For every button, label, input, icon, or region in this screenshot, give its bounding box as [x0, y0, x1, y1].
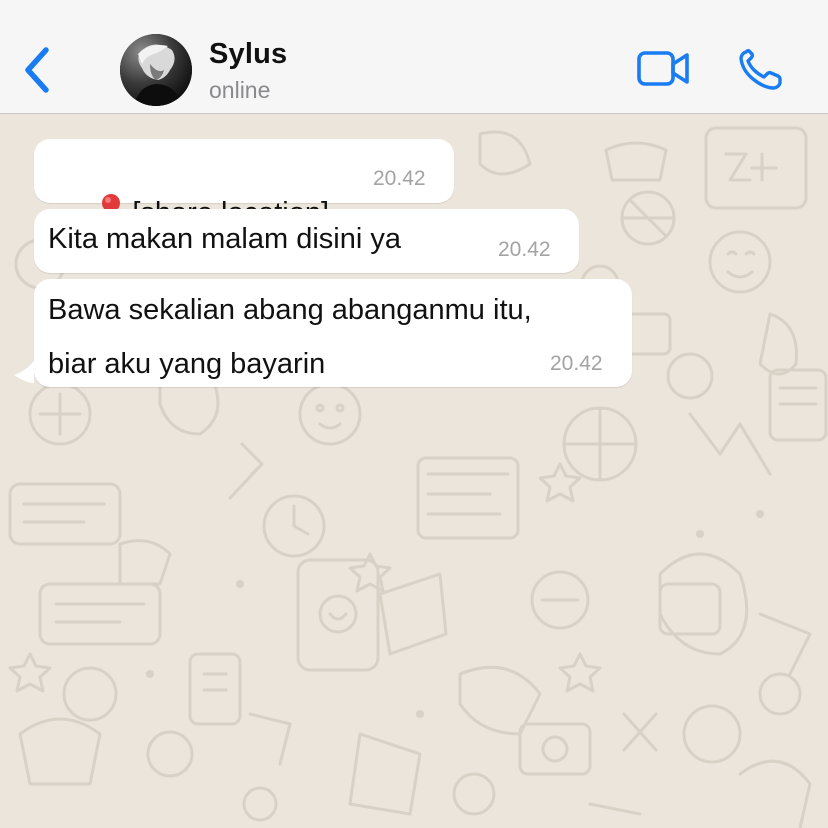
message-bubble[interactable]: Bawa sekalian abang abanganmu itu, biar … — [34, 279, 632, 387]
phone-icon — [739, 48, 782, 90]
message-time: 20.42 — [373, 167, 426, 190]
chevron-left-icon — [25, 47, 49, 93]
message-time: 20.42 — [550, 352, 603, 375]
video-camera-icon — [637, 51, 689, 86]
avatar[interactable] — [120, 34, 192, 106]
chat-header: Sylus online — [0, 0, 828, 114]
back-button[interactable] — [18, 44, 58, 98]
contact-name[interactable]: Sylus — [209, 38, 287, 71]
avatar-image — [120, 34, 192, 106]
video-call-button[interactable] — [636, 48, 692, 90]
message-time: 20.42 — [498, 238, 551, 261]
message-text: Bawa sekalian abang abanganmu itu, biar … — [48, 294, 532, 380]
chat-screen: Sylus online 20.42 Kita makan malam disi… — [0, 0, 828, 828]
voice-call-button[interactable] — [736, 48, 784, 92]
message-bubble[interactable]: [share location] 20.42 — [34, 139, 454, 229]
message-text: Kita makan malam disini ya — [48, 223, 401, 255]
contact-status: online — [209, 77, 271, 103]
message-bubble[interactable]: Kita makan malam disini ya 20.42 — [34, 209, 579, 273]
